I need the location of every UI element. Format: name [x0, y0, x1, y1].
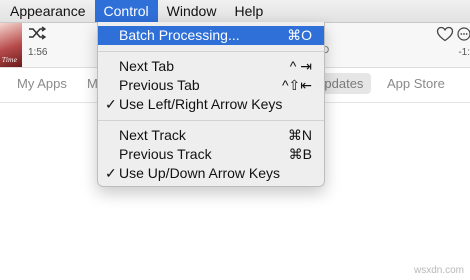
- menu-item-label: Previous Tab: [119, 77, 200, 93]
- control-menu-dropdown: Batch Processing... ⌘O Next Tab ^ ⇥ Prev…: [97, 22, 325, 187]
- tab-my-apps[interactable]: My Apps: [17, 76, 67, 91]
- menu-item-label: Use Left/Right Arrow Keys: [119, 96, 283, 112]
- menu-item-label: Next Track: [119, 127, 186, 143]
- menu-item-next-track[interactable]: Next Track ⌘N: [98, 126, 324, 145]
- menu-item-label: Use Up/Down Arrow Keys: [119, 165, 281, 181]
- menu-item-shortcut: ⌘B: [288, 146, 312, 162]
- album-artwork[interactable]: Time: [0, 23, 22, 67]
- menu-item-shortcut: ⌘N: [287, 127, 312, 143]
- menu-item-next-tab[interactable]: Next Tab ^ ⇥: [98, 57, 324, 76]
- album-tag: Time: [2, 57, 18, 64]
- menu-item-shortcut: ⌘O: [287, 27, 312, 43]
- menu-item-previous-track[interactable]: Previous Track ⌘B: [98, 145, 324, 164]
- menu-help[interactable]: Help: [225, 0, 272, 22]
- menu-window[interactable]: Window: [158, 0, 226, 22]
- menu-item-batch-processing[interactable]: Batch Processing... ⌘O: [98, 26, 324, 45]
- checkmark-icon: ✓: [105, 165, 117, 181]
- elapsed-time: 1:56: [28, 47, 48, 58]
- menu-item-label: Batch Processing...: [119, 27, 240, 43]
- love-heart-icon[interactable]: [436, 26, 454, 42]
- menu-separator: [98, 51, 324, 52]
- menu-item-previous-tab[interactable]: Previous Tab ^⇧⇤: [98, 76, 324, 95]
- menu-separator: [98, 120, 324, 121]
- menu-item-label: Next Tab: [119, 58, 174, 74]
- menu-item-left-right-arrow-keys[interactable]: ✓ Use Left/Right Arrow Keys: [98, 95, 324, 114]
- menu-control[interactable]: Control: [94, 0, 158, 22]
- menu-item-shortcut: ^ ⇥: [289, 58, 312, 74]
- menu-item-up-down-arrow-keys[interactable]: ✓ Use Up/Down Arrow Keys: [98, 164, 324, 183]
- menu-bar: Appearance Control Window Help: [0, 0, 470, 23]
- menu-item-label: Previous Track: [119, 146, 212, 162]
- menu-appearance[interactable]: Appearance: [0, 0, 95, 22]
- watermark: wsxdn.com: [413, 265, 464, 276]
- checkmark-icon: ✓: [105, 96, 117, 112]
- shuffle-icon[interactable]: [28, 26, 46, 40]
- menu-item-shortcut: ^⇧⇤: [281, 77, 312, 93]
- tab-app-store[interactable]: App Store: [387, 76, 445, 91]
- remaining-time: -1:: [458, 47, 470, 58]
- more-options-icon[interactable]: [457, 27, 470, 41]
